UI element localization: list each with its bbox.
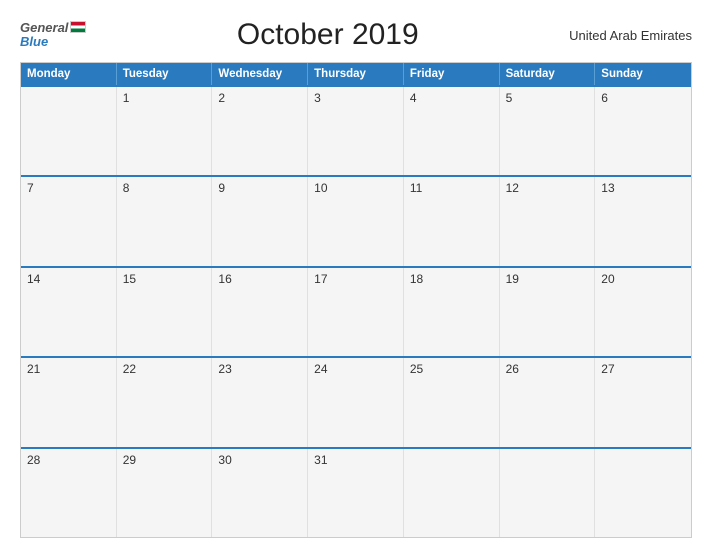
cell-w2-tue: 8 <box>117 177 213 265</box>
week-4: 21 22 23 24 25 26 27 <box>21 356 691 446</box>
header-saturday: Saturday <box>500 63 596 85</box>
week-1: 1 2 3 4 5 6 <box>21 85 691 175</box>
cell-w1-tue: 1 <box>117 87 213 175</box>
cell-w2-sat: 12 <box>500 177 596 265</box>
header-thursday: Thursday <box>308 63 404 85</box>
header-friday: Friday <box>404 63 500 85</box>
cell-w5-wed: 30 <box>212 449 308 537</box>
header: General Blue October 2019 United Arab Em… <box>20 18 692 52</box>
cell-w4-mon: 21 <box>21 358 117 446</box>
cell-w2-thu: 10 <box>308 177 404 265</box>
cell-w2-sun: 13 <box>595 177 691 265</box>
cell-w2-fri: 11 <box>404 177 500 265</box>
header-monday: Monday <box>21 63 117 85</box>
logo: General Blue <box>20 21 86 50</box>
cell-w4-thu: 24 <box>308 358 404 446</box>
cell-w4-fri: 25 <box>404 358 500 446</box>
cell-w1-mon <box>21 87 117 175</box>
logo-general-text: General <box>20 21 68 34</box>
cell-w1-sat: 5 <box>500 87 596 175</box>
cell-w3-sat: 19 <box>500 268 596 356</box>
week-5: 28 29 30 31 <box>21 447 691 537</box>
calendar-page: General Blue October 2019 United Arab Em… <box>0 0 712 550</box>
cell-w4-wed: 23 <box>212 358 308 446</box>
cell-w1-wed: 2 <box>212 87 308 175</box>
header-sunday: Sunday <box>595 63 691 85</box>
cell-w1-sun: 6 <box>595 87 691 175</box>
cell-w5-mon: 28 <box>21 449 117 537</box>
cell-w4-sun: 27 <box>595 358 691 446</box>
cell-w2-wed: 9 <box>212 177 308 265</box>
cell-w3-fri: 18 <box>404 268 500 356</box>
cell-w1-fri: 4 <box>404 87 500 175</box>
cell-w3-sun: 20 <box>595 268 691 356</box>
header-wednesday: Wednesday <box>212 63 308 85</box>
cell-w3-thu: 17 <box>308 268 404 356</box>
header-tuesday: Tuesday <box>117 63 213 85</box>
calendar-body: 1 2 3 4 5 6 7 8 9 10 11 12 13 14 15 16 <box>21 85 691 537</box>
cell-w3-mon: 14 <box>21 268 117 356</box>
country-label: United Arab Emirates <box>569 28 692 43</box>
cell-w1-thu: 3 <box>308 87 404 175</box>
calendar: Monday Tuesday Wednesday Thursday Friday… <box>20 62 692 538</box>
logo-blue-text: Blue <box>20 34 48 49</box>
week-3: 14 15 16 17 18 19 20 <box>21 266 691 356</box>
cell-w2-mon: 7 <box>21 177 117 265</box>
cell-w4-tue: 22 <box>117 358 213 446</box>
cell-w3-tue: 15 <box>117 268 213 356</box>
cell-w5-sat <box>500 449 596 537</box>
logo-flag-icon <box>70 21 86 33</box>
cell-w5-tue: 29 <box>117 449 213 537</box>
cell-w5-thu: 31 <box>308 449 404 537</box>
month-title: October 2019 <box>86 18 569 52</box>
cell-w4-sat: 26 <box>500 358 596 446</box>
calendar-header: Monday Tuesday Wednesday Thursday Friday… <box>21 63 691 85</box>
cell-w3-wed: 16 <box>212 268 308 356</box>
week-2: 7 8 9 10 11 12 13 <box>21 175 691 265</box>
cell-w5-sun <box>595 449 691 537</box>
cell-w5-fri <box>404 449 500 537</box>
